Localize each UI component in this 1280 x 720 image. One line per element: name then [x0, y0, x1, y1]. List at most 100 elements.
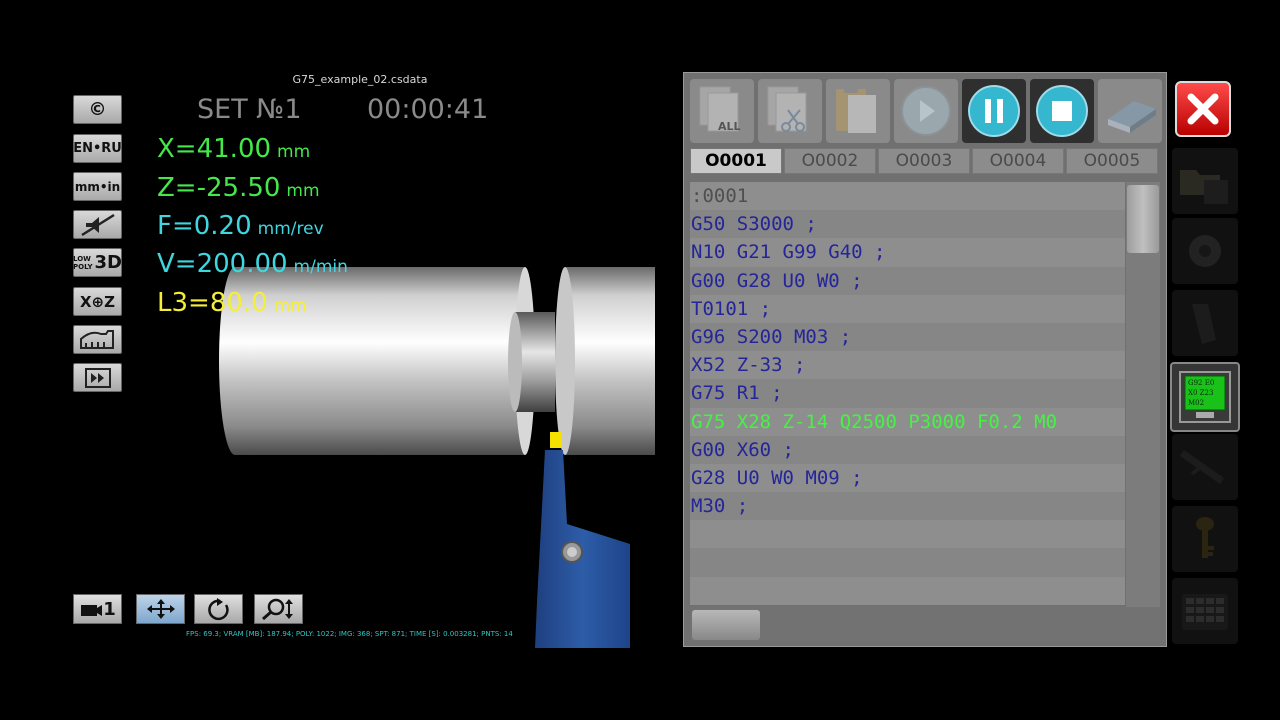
program-line[interactable] [690, 576, 1125, 605]
tab-o0003[interactable]: O0003 [878, 148, 970, 174]
copyright-icon: © [88, 99, 107, 120]
stop-icon [1036, 85, 1088, 137]
chuck-button[interactable] [1172, 218, 1238, 284]
program-line[interactable]: M30 ; [690, 492, 1125, 521]
editor-icon-line2: X0 Z23 [1188, 389, 1213, 397]
camera-number: 1 [103, 598, 116, 620]
play-button[interactable] [894, 79, 958, 143]
editor-icon-line3: M02 [1188, 399, 1204, 407]
rotate-icon [207, 598, 229, 621]
file-name: G75_example_02.csdata [292, 73, 428, 86]
camera-icon [81, 605, 103, 616]
fast-forward-frame-icon [84, 367, 111, 388]
clipboard-icon [836, 85, 876, 133]
calipers-button[interactable] [1172, 434, 1238, 500]
zoom-icon [261, 598, 293, 621]
zoom-button[interactable] [254, 594, 303, 624]
close-icon [1187, 93, 1219, 125]
feed-unit: mm/rev [257, 219, 324, 239]
pause-button[interactable] [962, 79, 1026, 143]
feed-value: F=0.20 [157, 211, 252, 241]
sound-toggle-button[interactable] [73, 210, 122, 239]
play-icon [901, 86, 951, 136]
program-line[interactable]: G50 S3000 ; [690, 210, 1125, 239]
select-all-button[interactable]: ALL [690, 79, 754, 143]
low-poly-3d-button[interactable]: LOW POLY 3D [73, 248, 122, 277]
copyright-button[interactable]: © [73, 95, 122, 124]
program-line[interactable] [690, 520, 1125, 549]
units-toggle-label: mm•in [74, 179, 121, 194]
pan-button[interactable] [136, 594, 185, 624]
low-label: LOW [73, 254, 91, 263]
set-label: SET №1 [197, 94, 302, 125]
program-line[interactable] [690, 548, 1125, 577]
tab-o0002[interactable]: O0002 [784, 148, 876, 174]
program-line[interactable]: G28 U0 W0 M09 ; [690, 463, 1125, 493]
manual-button[interactable] [1098, 79, 1162, 143]
program-code-area[interactable]: :0001 G50 S3000 ; N10 G21 G99 G40 ; G00 … [690, 182, 1125, 607]
x-unit: mm [277, 142, 311, 162]
speed-readout: V=200.00 m/min [157, 249, 348, 279]
poly-label: POLY [73, 262, 93, 271]
paste-button[interactable] [826, 79, 890, 143]
file-open-button[interactable] [1172, 148, 1238, 214]
horizontal-scrollbar[interactable] [690, 607, 1160, 641]
chuck-icon [1189, 235, 1221, 267]
book-icon [1108, 101, 1156, 133]
axes-toggle-button[interactable]: X⊕Z [73, 287, 122, 316]
program-line[interactable]: X52 Z-33 ; [690, 351, 1125, 380]
pause-icon [968, 85, 1020, 137]
tab-o0004[interactable]: O0004 [972, 148, 1064, 174]
workpiece-right [555, 267, 655, 455]
feed-readout: F=0.20 mm/rev [157, 211, 324, 241]
x-readout: X=41.00 mm [157, 134, 310, 164]
gcode-editor-icon: G92 E0 X0 Z23 M02 [1179, 371, 1231, 423]
key-icon [1196, 517, 1214, 558]
program-line[interactable]: G00 G28 U0 W0 ; [690, 266, 1125, 295]
tool-holder-icon [1192, 304, 1216, 344]
z-value: Z=-25.50 [157, 173, 281, 203]
program-line[interactable]: T0101 ; [690, 294, 1125, 323]
calipers-icon [1180, 450, 1224, 484]
axes-label: X⊕Z [79, 292, 115, 311]
program-line[interactable]: N10 G21 G99 G40 ; [690, 238, 1125, 267]
groove [508, 312, 555, 412]
key-button[interactable] [1172, 506, 1238, 572]
length-readout: L3=80.0 mm [157, 288, 307, 318]
vertical-scroll-thumb[interactable] [1127, 185, 1159, 253]
debug-stats: FPS: 69.3; VRAM [MB]: 187.94; POLY: 1022… [186, 630, 513, 638]
machine-icon [79, 329, 114, 349]
units-toggle-button[interactable]: mm•in [73, 172, 122, 201]
x-value: X=41.00 [157, 134, 272, 164]
folder-disk-icon [1180, 170, 1228, 204]
keypad-icon [1182, 594, 1228, 630]
scissors-document-icon [767, 86, 807, 132]
tab-o0001[interactable]: O0001 [690, 148, 782, 174]
program-line[interactable]: G00 X60 ; [690, 435, 1125, 464]
machine-view-button[interactable] [73, 325, 122, 354]
program-line-current[interactable]: G75 X28 Z-14 Q2500 P3000 F0.2 M0 [690, 407, 1125, 436]
timer: 00:00:41 [367, 94, 489, 125]
keypad-button[interactable] [1172, 578, 1238, 644]
3d-label: 3D [94, 252, 122, 273]
horizontal-scroll-thumb[interactable] [692, 610, 760, 640]
length-value: L3=80.0 [157, 288, 268, 318]
language-toggle-button[interactable]: EN•RU [73, 134, 122, 163]
documents-all-icon: ALL [699, 86, 741, 133]
camera-button[interactable]: 1 [73, 594, 122, 624]
program-line[interactable]: G96 S200 M03 ; [690, 322, 1125, 352]
program-line[interactable]: :0001 [690, 182, 1125, 211]
tab-o0005[interactable]: O0005 [1066, 148, 1158, 174]
speed-unit: m/min [293, 257, 348, 277]
stop-button[interactable] [1030, 79, 1094, 143]
tool-holder-button[interactable] [1172, 290, 1238, 356]
z-unit: mm [286, 181, 320, 201]
playback-mode-button[interactable] [73, 363, 122, 392]
speed-value: V=200.00 [157, 249, 288, 279]
rotate-button[interactable] [194, 594, 243, 624]
language-toggle-label: EN•RU [73, 141, 122, 156]
close-button[interactable] [1175, 81, 1231, 137]
program-editor-button[interactable]: G92 E0 X0 Z23 M02 [1170, 362, 1240, 432]
program-line[interactable]: G75 R1 ; [690, 379, 1125, 408]
cut-button[interactable] [758, 79, 822, 143]
